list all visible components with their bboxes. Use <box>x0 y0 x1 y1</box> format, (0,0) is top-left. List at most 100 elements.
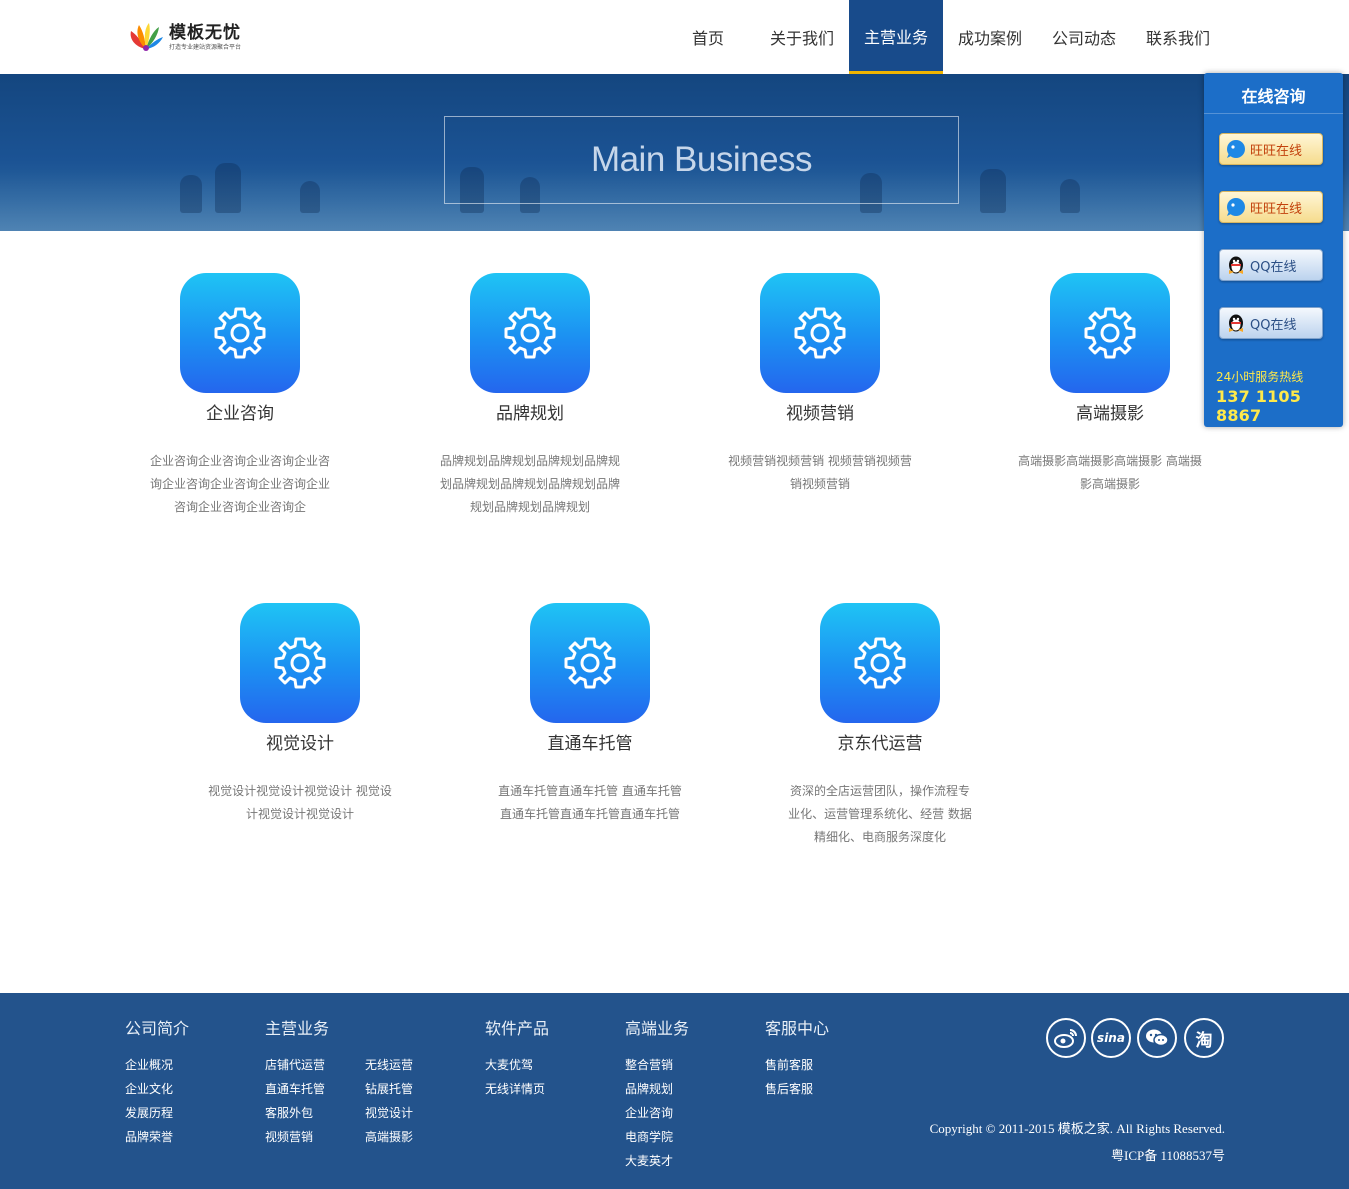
footer-link[interactable]: 电商学院 <box>625 1125 673 1149</box>
footer-link[interactable]: 品牌荣誉 <box>125 1125 173 1149</box>
nav-news[interactable]: 公司动态 <box>1037 0 1131 74</box>
sina-text: sina <box>1097 1031 1125 1045</box>
footer-link[interactable]: 整合营销 <box>625 1053 673 1077</box>
chess-piece-decoration <box>180 175 202 213</box>
service-name[interactable]: 企业咨询 <box>145 399 335 424</box>
nav-about[interactable]: 关于我们 <box>755 0 849 74</box>
qq-button-label: QQ在线 <box>1250 317 1297 333</box>
gear-icon[interactable] <box>530 603 650 723</box>
footer-link[interactable]: 钻展托管 <box>365 1077 413 1101</box>
footer-link[interactable]: 企业文化 <box>125 1077 173 1101</box>
site-logo[interactable]: 模板无忧 打造专业建站资源聚合平台 <box>127 17 267 57</box>
gear-glyph <box>274 637 326 689</box>
wangwang-button-2[interactable]: 旺旺在线 <box>1219 191 1323 223</box>
footer-link[interactable]: 视频营销 <box>265 1125 325 1149</box>
service-name[interactable]: 直通车托管 <box>495 729 685 754</box>
gear-icon[interactable] <box>470 273 590 393</box>
gear-glyph <box>854 637 906 689</box>
footer-column-title: 软件产品 <box>485 1019 550 1038</box>
footer-link[interactable]: 发展历程 <box>125 1101 173 1125</box>
logo-title: 模板无忧 <box>169 23 241 43</box>
footer-column-business: 主营业务 店铺代运营 直通车托管 客服外包 视频营销 无线运营 钻展托管 视觉设… <box>265 1015 413 1144</box>
gear-glyph <box>794 307 846 359</box>
footer-link[interactable]: 高端摄影 <box>365 1125 413 1149</box>
footer-link[interactable]: 无线运营 <box>365 1053 413 1077</box>
footer-link[interactable]: 品牌规划 <box>625 1077 673 1101</box>
service-description: 品牌规划品牌规划品牌规划品牌规划品牌规划品牌规划品牌规划品牌规划品牌规划品牌规划 <box>439 454 620 514</box>
footer-link-list: 整合营销 品牌规划 企业咨询 电商学院 大麦英才 <box>625 1053 673 1173</box>
footer-link[interactable]: 大麦优驾 <box>485 1053 545 1077</box>
footer-column-about: 公司简介 企业概况 企业文化 发展历程 品牌荣誉 <box>125 1015 190 1144</box>
banner-title-box: Main Business <box>444 116 959 204</box>
gear-glyph <box>504 307 556 359</box>
footer-column-software: 软件产品 大麦优驾 无线详情页 <box>485 1015 550 1096</box>
gear-icon[interactable] <box>820 603 940 723</box>
nav-home[interactable]: 首页 <box>661 0 755 74</box>
wangwang-button-label: 旺旺在线 <box>1250 143 1303 159</box>
footer-link[interactable]: 视觉设计 <box>365 1101 413 1125</box>
footer-link-list-2: 无线运营 钻展托管 视觉设计 高端摄影 <box>365 1053 413 1149</box>
footer-link[interactable]: 大麦英才 <box>625 1149 673 1173</box>
footer-link[interactable]: 企业概况 <box>125 1053 173 1077</box>
online-consult-panel: 在线咨询 旺旺在线 旺旺在线 QQ在线 QQ在线 24小时服务热线 137 11… <box>1204 73 1343 427</box>
service-name[interactable]: 视觉设计 <box>205 729 395 754</box>
service-card[interactable]: 直通车托管直通车托管直通车托管 直通车托管直通车托管直通车托管直通车托管 <box>495 603 685 826</box>
taobao-text: 淘 <box>1195 1030 1213 1051</box>
hotline-number[interactable]: 137 1105 8867 <box>1216 387 1343 425</box>
consult-panel-divider <box>1204 113 1343 114</box>
copyright-text: Copyright © 2011-2015 模板之家. All Rights R… <box>929 1121 1225 1136</box>
gear-icon[interactable] <box>1050 273 1170 393</box>
footer-link[interactable]: 客服外包 <box>265 1101 325 1125</box>
chess-piece-decoration <box>980 169 1006 213</box>
wangwang-icon <box>1227 198 1245 216</box>
service-name[interactable]: 京东代运营 <box>785 729 975 754</box>
logo-subtitle: 打造专业建站资源聚合平台 <box>169 44 242 51</box>
footer-column-title: 公司简介 <box>125 1019 190 1038</box>
service-description: 直通车托管直通车托管 直通车托管直通车托管直通车托管直通车托管 <box>498 784 682 821</box>
service-card[interactable]: 京东代运营资深的全店运营团队，操作流程专业化、运营管理系统化、经营 数据精细化、… <box>785 603 975 849</box>
page-banner: Main Business <box>0 74 1349 231</box>
service-description: 高端摄影高端摄影高端摄影 高端摄影高端摄影 <box>1018 454 1202 491</box>
footer-link[interactable]: 售前客服 <box>765 1053 813 1077</box>
footer-link[interactable]: 企业咨询 <box>625 1101 673 1125</box>
qq-button-1[interactable]: QQ在线 <box>1219 249 1323 281</box>
service-description: 资深的全店运营团队，操作流程专业化、运营管理系统化、经营 数据精细化、电商服务深… <box>788 784 972 844</box>
wechat-glyph <box>1146 1029 1169 1047</box>
service-description: 企业咨询企业咨询企业咨询企业咨询企业咨询企业咨询企业咨询企业咨询企业咨询企业咨询… <box>149 454 330 514</box>
wechat-icon[interactable] <box>1137 1018 1177 1058</box>
gear-icon[interactable] <box>180 273 300 393</box>
service-card[interactable]: 企业咨询 企业咨询企业咨询企业咨询企业咨询企业咨询企业咨询企业咨询企业咨询企业咨询… <box>145 273 335 519</box>
service-card[interactable]: 品牌规划 品牌规划品牌规划品牌规划品牌规划品牌规划品牌规划品牌规划品牌规划品牌规划… <box>435 273 625 519</box>
footer-link[interactable]: 直通车托管 <box>265 1077 325 1101</box>
main-nav: 首页 关于我们 主营业务 成功案例 公司动态 联系我们 <box>661 0 1225 74</box>
footer-link[interactable]: 店铺代运营 <box>265 1053 325 1077</box>
nav-contact[interactable]: 联系我们 <box>1131 0 1225 74</box>
qq-penguin-icon <box>1229 256 1243 274</box>
taobao-icon[interactable]: 淘 <box>1184 1018 1224 1058</box>
footer-link-list: 售前客服 售后客服 <box>765 1053 813 1101</box>
gear-glyph <box>564 637 616 689</box>
service-card[interactable]: 视频营销 视频营销视频营销 视频营销视频营销视频营销 <box>725 273 915 496</box>
nav-cases[interactable]: 成功案例 <box>943 0 1037 74</box>
site-header: 模板无忧 打造专业建站资源聚合平台 首页 关于我们 主营业务 成功案例 公司动态… <box>0 0 1349 74</box>
gear-glyph <box>1084 307 1136 359</box>
footer-link-list: 大麦优驾 无线详情页 <box>485 1053 545 1101</box>
footer-link[interactable]: 无线详情页 <box>485 1077 545 1101</box>
sina-icon[interactable]: sina <box>1091 1018 1131 1058</box>
weibo-icon[interactable] <box>1046 1018 1086 1058</box>
footer-link[interactable]: 售后客服 <box>765 1077 813 1101</box>
service-name[interactable]: 品牌规划 <box>435 399 625 424</box>
service-card[interactable]: 视觉设计 视觉设计视觉设计视觉设计 视觉设计视觉设计视觉设计 <box>205 603 395 826</box>
service-card[interactable]: 高端摄影高端摄影高端摄影高端摄影 高端摄影高端摄影 <box>1015 273 1205 496</box>
service-name[interactable]: 高端摄影 <box>1015 399 1205 424</box>
gear-icon[interactable] <box>240 603 360 723</box>
service-name[interactable]: 视频营销 <box>725 399 915 424</box>
footer-column-title: 高端业务 <box>625 1019 690 1038</box>
icp-license[interactable]: 粤ICP备 11088537号 <box>1111 1145 1225 1164</box>
nav-business[interactable]: 主营业务 <box>849 0 943 74</box>
gear-icon[interactable] <box>760 273 880 393</box>
wangwang-button-1[interactable]: 旺旺在线 <box>1219 133 1323 165</box>
wangwang-button-label: 旺旺在线 <box>1250 201 1303 217</box>
qq-button-2[interactable]: QQ在线 <box>1219 307 1323 339</box>
peacock-logo-icon <box>130 23 163 51</box>
